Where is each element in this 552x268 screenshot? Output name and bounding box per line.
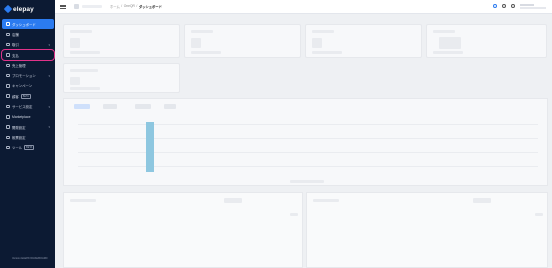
sidebar-item-sales[interactable]: 売上管理: [2, 60, 54, 70]
sidebar-item-transaction[interactable]: 取引 ▾: [2, 40, 54, 50]
sidebar-item-promotion[interactable]: プロモーション ▾: [2, 70, 54, 80]
app-root: elepay ダッシュボード 店舗 取引 ▾ 支払 売上管理 プロモーション ▾ キャンペーン顧…: [0, 0, 552, 268]
service-settings-icon: [6, 104, 10, 109]
sidebar-item-label: Marketplace: [12, 114, 31, 119]
chart-tab-skeleton[interactable]: [74, 104, 90, 109]
sidebar-item-report-settings[interactable]: 帳票設定: [2, 132, 54, 142]
stat-card-skeleton: [63, 63, 180, 93]
notification-bell-icon[interactable]: [502, 4, 506, 9]
breadcrumb-home[interactable]: ホーム: [110, 4, 120, 9]
chart-legend-skeleton: [290, 180, 324, 183]
panel-skeleton-right: [306, 192, 548, 268]
chevron-down-icon: ▾: [48, 43, 50, 48]
sidebar-item-payment[interactable]: 支払: [1, 48, 55, 62]
chevron-down-icon: ▾: [48, 125, 50, 130]
version-footer: Version ELEPAYDASHBOARD: [12, 257, 48, 260]
header-actions: [493, 4, 546, 9]
beta-badge: BETA: [24, 145, 35, 151]
store-name-placeholder[interactable]: [82, 5, 102, 8]
sidebar-item-label: 帳票設定: [12, 135, 26, 140]
sidebar-item-store[interactable]: 店舗: [2, 29, 54, 39]
brand-name: elepay: [13, 5, 34, 13]
sidebar-item-label: 開発設定: [12, 125, 26, 130]
beta-badge: BETA: [20, 93, 31, 99]
brand-logo[interactable]: elepay: [0, 0, 55, 14]
sidebar-item-label: 顧客: [12, 94, 19, 99]
chart-tab-skeleton[interactable]: [164, 104, 176, 109]
tools-icon: [6, 145, 10, 150]
stat-card-skeleton: [63, 24, 180, 58]
store-icon: [6, 32, 10, 37]
marketplace-icon: [6, 115, 10, 119]
sidebar-item-label: プロモーション: [12, 74, 36, 79]
chevron-down-icon: ▾: [48, 73, 50, 78]
customer-icon: [6, 94, 10, 98]
sidebar: elepay ダッシュボード 店舗 取引 ▾ 支払 売上管理 プロモーション ▾ キャンペーン顧…: [0, 0, 55, 268]
sidebar-item-label: 店舗: [12, 32, 19, 37]
stat-card-skeleton: [305, 24, 422, 58]
chart-bar: [146, 122, 154, 172]
help-icon[interactable]: [493, 4, 497, 9]
sidebar-item-label: サービス設定: [12, 105, 33, 110]
promotion-icon: [6, 73, 10, 78]
chart-tab-skeleton[interactable]: [135, 104, 151, 109]
stat-card-skeleton: [184, 24, 301, 58]
breadcrumb: ホーム / OneQR / ダッシュボード: [110, 4, 162, 9]
breadcrumb-current: ダッシュボード: [138, 5, 162, 9]
chart-tab-skeleton[interactable]: [103, 104, 117, 109]
sidebar-item-customer[interactable]: 顧客 BETA: [2, 91, 54, 101]
sidebar-item-campaign[interactable]: キャンペーン: [2, 81, 54, 91]
stat-card-skeleton: [426, 24, 547, 58]
top-header: ホーム / OneQR / ダッシュボード: [55, 0, 552, 14]
elepay-logo-icon: [3, 4, 13, 14]
sidebar-item-service-settings[interactable]: サービス設定 ▾: [2, 101, 54, 111]
developer-settings-icon: [6, 125, 10, 129]
sidebar-item-label: 取引: [12, 43, 19, 48]
panel-skeleton-left: [63, 192, 303, 268]
user-menu[interactable]: [520, 4, 546, 9]
sidebar-item-label: ツール: [12, 146, 23, 151]
transaction-icon: [6, 42, 10, 47]
sidebar-item-label: キャンペーン: [12, 84, 33, 89]
campaign-icon: [6, 84, 10, 88]
chevron-down-icon: ▾: [48, 104, 50, 109]
sidebar-item-dashboard[interactable]: ダッシュボード: [2, 19, 54, 30]
payment-icon: [6, 53, 10, 57]
breadcrumb-separator: /: [121, 4, 123, 8]
dashboard-icon: [6, 22, 10, 26]
hamburger-menu-icon[interactable]: [60, 4, 66, 9]
report-settings-icon: [6, 135, 10, 140]
sidebar-item-label: 売上管理: [12, 63, 26, 68]
chart-card-skeleton: [63, 98, 548, 186]
sales-icon: [6, 63, 10, 68]
user-icon[interactable]: [511, 4, 515, 9]
sidebar-item-marketplace[interactable]: Marketplace: [2, 112, 54, 122]
sidebar-nav: ダッシュボード 店舗 取引 ▾ 支払 売上管理 プロモーション ▾ キャンペーン 顧客 BETA サー…: [0, 19, 55, 153]
sidebar-item-label: 支払: [12, 53, 19, 58]
sidebar-item-developer-settings[interactable]: 開発設定 ▾: [2, 122, 54, 132]
store-avatar[interactable]: [74, 4, 79, 9]
sidebar-item-label: ダッシュボード: [12, 22, 36, 27]
breadcrumb-separator: /: [136, 4, 138, 8]
breadcrumb-oneqr[interactable]: OneQR: [124, 4, 135, 9]
sidebar-item-tools[interactable]: ツール BETA: [2, 143, 54, 153]
